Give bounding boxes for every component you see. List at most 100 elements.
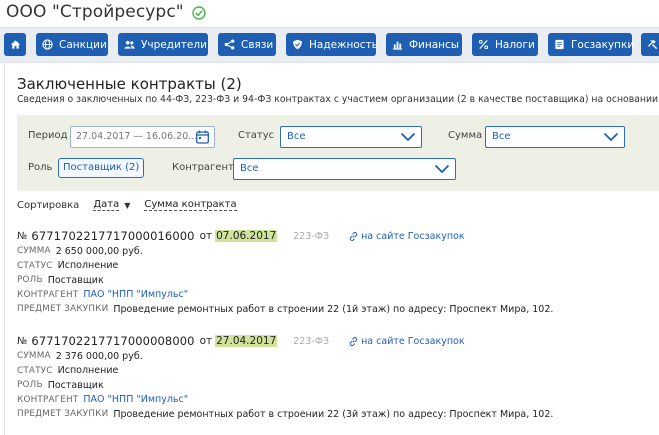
contract-icon — [555, 39, 564, 50]
nav-procurement-label: Госзакупки — [571, 38, 635, 51]
sum-field-label: СУММА — [17, 246, 51, 257]
counterparty-field-label: КОНТРАГЕНТ — [17, 289, 79, 300]
nav-reliability-label: Надежность — [309, 38, 378, 51]
contracts-panel: Заключенные контракты (2) Сведения о зак… — [4, 63, 659, 435]
contract-subject-row: ПРЕДМЕТ ЗАКУПКИ Проведение ремонтных рабо… — [17, 302, 657, 317]
sort-label: Сортировка — [17, 199, 80, 211]
contract-status: Исполнение — [57, 365, 119, 377]
nav-finance-label: Финансы — [409, 38, 460, 51]
nav-links-label: Связи — [241, 38, 274, 51]
shield-icon — [293, 39, 302, 50]
period-label: Период — [28, 130, 68, 141]
goszakupki-link[interactable]: на сайте Госзакупок — [349, 336, 465, 347]
goszakupki-link-label: на сайте Госзакупок — [361, 335, 465, 347]
verified-check-icon — [192, 5, 206, 20]
contract-role: Поставщик — [47, 379, 104, 391]
period-date-range-input[interactable]: 27.04.2017 — 16.06.20... — [70, 126, 215, 148]
nav-taxes-button[interactable]: Налоги — [472, 33, 538, 56]
contract-date: 27.04.2017 — [215, 335, 278, 347]
section-nav-bar: Санкции Учредители Связи Надежность Фина… — [0, 27, 659, 63]
company-title-row: ООО "Стройресурс" — [6, 0, 206, 24]
contract-subject: Проведение ремонтных работ в строении 22… — [113, 303, 554, 315]
share-icon — [224, 39, 235, 50]
calendar-icon[interactable] — [196, 130, 209, 144]
sum-select-value: Все — [492, 131, 511, 142]
section-subtitle: Сведения о заключенных по 44-ФЗ, 223-ФЗ … — [17, 94, 659, 105]
from-label: от — [199, 230, 213, 242]
contract-role-row: РОЛЬ Поставщик — [17, 273, 657, 288]
globe-icon — [42, 39, 53, 50]
contract-header: № 6771702217717000016000 от 07.06.2017 2… — [17, 228, 657, 244]
nav-reliability-button[interactable]: Надежность — [286, 33, 378, 56]
role-field-label: РОЛЬ — [17, 380, 43, 391]
contract-sum: 2 650 000,00 руб. — [55, 245, 143, 257]
contract-sum-row: СУММА 2 650 000,00 руб. — [17, 244, 657, 259]
counterparty-field-label: КОНТРАГЕНТ — [17, 394, 79, 405]
contract-date: 07.06.2017 — [215, 230, 278, 242]
home-icon — [10, 40, 20, 49]
link-icon — [349, 231, 358, 241]
period-value: 27.04.2017 — 16.06.20... — [76, 131, 198, 142]
contract-sum-row: СУММА 2 376 000,00 руб. — [17, 349, 657, 364]
chevron-down-icon — [400, 132, 416, 142]
chevron-down-icon — [434, 164, 450, 174]
goszakupki-link[interactable]: на сайте Госзакупок — [349, 231, 465, 242]
users-icon — [124, 40, 135, 49]
from-label: от — [199, 335, 213, 347]
sort-row: Сортировка Дата ▼ Сумма контракта — [17, 199, 237, 211]
nav-links-button[interactable]: Связи — [218, 33, 276, 56]
nav-sanctions-label: Санкции — [59, 38, 107, 51]
percent-icon — [478, 39, 489, 50]
contract-status-row: СТАТУС Исполнение — [17, 259, 657, 274]
status-select-value: Все — [287, 131, 306, 142]
contract-role: Поставщик — [47, 274, 104, 286]
nav-taxes-label: Налоги — [495, 38, 535, 51]
contract-counterparty-link[interactable]: ПАО "НПП "Импульс" — [83, 289, 188, 300]
filters-panel: Период 27.04.2017 — 16.06.20... Статус В… — [17, 115, 659, 191]
nav-more-button[interactable] — [641, 33, 659, 56]
status-field-label: СТАТУС — [17, 260, 53, 271]
contract-sum: 2 376 000,00 руб. — [55, 350, 143, 362]
status-field-label: СТАТУС — [17, 365, 53, 376]
counterparty-label: Контрагент — [172, 162, 234, 173]
contract-header: № 6771702217717000008000 от 27.04.2017 2… — [17, 333, 657, 349]
contract-number: 6771702217717000008000 — [31, 334, 195, 348]
nav-finance-button[interactable]: Финансы — [386, 33, 462, 56]
status-label: Статус — [238, 130, 275, 141]
contract-number: 6771702217717000016000 — [31, 229, 195, 243]
sort-by-date-link[interactable]: Дата — [93, 199, 120, 211]
contract-counterparty-row: КОНТРАГЕНТ ПАО "НПП "Импульс" — [17, 288, 657, 303]
status-select[interactable]: Все — [280, 126, 422, 148]
contract-status-row: СТАТУС Исполнение — [17, 364, 657, 379]
contract-subject-row: ПРЕДМЕТ ЗАКУПКИ Проведение ремонтных рабо… — [17, 407, 657, 422]
nav-founders-label: Учредители — [141, 38, 207, 51]
contract-counterparty-row: КОНТРАГЕНТ ПАО "НПП "Импульс" — [17, 393, 657, 408]
sort-by-sum-link[interactable]: Сумма контракта — [144, 199, 237, 211]
sum-select[interactable]: Все — [485, 126, 625, 148]
contract-counterparty-link[interactable]: ПАО "НПП "Импульс" — [83, 394, 188, 405]
nav-home-button[interactable] — [4, 33, 26, 56]
nav-sanctions-button[interactable]: Санкции — [36, 33, 108, 56]
sum-field-label: СУММА — [17, 351, 51, 362]
link-icon — [349, 336, 358, 346]
counterparty-select[interactable]: Все — [233, 158, 456, 180]
company-name: ООО "Стройресурс" — [6, 2, 184, 22]
subject-field-label: ПРЕДМЕТ ЗАКУПКИ — [17, 409, 109, 420]
contract-role-row: РОЛЬ Поставщик — [17, 378, 657, 393]
number-sign: № — [17, 335, 28, 347]
contract-status: Исполнение — [57, 260, 119, 272]
counterparty-select-value: Все — [240, 163, 259, 174]
sort-caret-icon: ▼ — [124, 200, 131, 210]
chevron-down-icon — [603, 132, 619, 142]
section-title: Заключенные контракты (2) — [17, 75, 242, 93]
contract-law: 223-ФЗ — [293, 335, 330, 347]
role-filter-tag[interactable]: Поставщик (2) — [58, 158, 145, 178]
chart-icon — [392, 41, 403, 50]
hammer-icon — [647, 40, 657, 50]
contract-law: 223-ФЗ — [293, 230, 330, 242]
contract-card: № 6771702217717000008000 от 27.04.2017 2… — [17, 333, 657, 422]
nav-procurement-button[interactable]: Госзакупки — [548, 33, 635, 56]
number-sign: № — [17, 230, 28, 242]
nav-founders-button[interactable]: Учредители — [118, 33, 208, 56]
role-field-label: РОЛЬ — [17, 275, 43, 286]
